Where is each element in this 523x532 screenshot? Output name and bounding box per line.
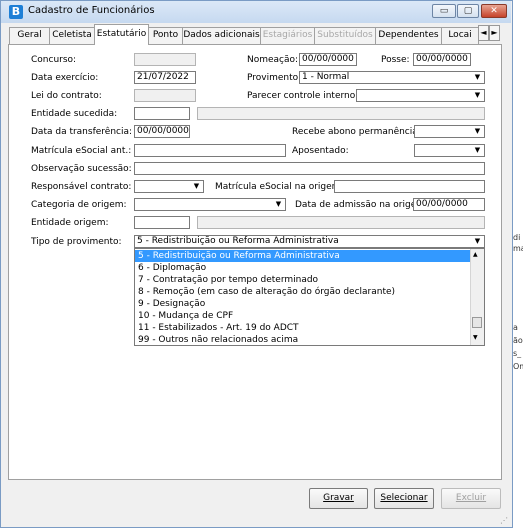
provimento-value: 1 - Normal	[302, 72, 350, 82]
chevron-down-icon[interactable]: ▼	[471, 145, 484, 156]
scroll-thumb[interactable]	[472, 317, 482, 328]
tipo-provimento-value: 5 - Redistribuição ou Reforma Administra…	[137, 236, 339, 246]
dropdown-option[interactable]: 6 - Diplomação	[135, 262, 470, 274]
data-transferencia-label: Data da transferência:	[31, 127, 133, 137]
tab-estagiarios: Estagiários	[260, 27, 315, 44]
data-exercicio-field[interactable]: 21/07/2022	[134, 71, 196, 84]
matricula-esocial-ant-label: Matrícula eSocial ant.:	[31, 146, 132, 156]
entidade-origem-field[interactable]	[134, 216, 190, 229]
provimento-select[interactable]: 1 - Normal ▼	[299, 71, 485, 84]
data-admissao-origem-field[interactable]: 00/00/0000	[413, 198, 485, 211]
matricula-esocial-ant-field[interactable]	[134, 144, 286, 157]
background-text-fragment: a	[513, 323, 518, 332]
dropdown-scrollbar[interactable]: ▲ ▼	[470, 249, 484, 345]
chevron-down-icon[interactable]: ▼	[471, 90, 484, 101]
parecer-controle-select[interactable]: ▼	[356, 89, 485, 102]
categoria-origem-select[interactable]: ▼	[134, 198, 286, 211]
tab-locais[interactable]: Locai	[441, 27, 479, 44]
maximize-icon: ▢	[463, 6, 473, 16]
recebe-abono-select[interactable]: ▼	[414, 125, 485, 138]
provimento-label: Provimento:	[247, 73, 302, 83]
gravar-label: Gravar	[323, 493, 354, 503]
selecionar-button[interactable]: Selecionar	[374, 488, 434, 509]
dropdown-option[interactable]: 9 - Designação	[135, 298, 470, 310]
data-exercicio-label: Data exercício:	[31, 73, 99, 83]
scroll-up-icon[interactable]: ▲	[473, 251, 478, 258]
window-title: Cadastro de Funcionários	[28, 5, 155, 16]
lei-contrato-label: Lei do contrato:	[31, 91, 102, 101]
data-transferencia-field[interactable]: 00/00/0000	[134, 125, 190, 138]
parecer-controle-label: Parecer controle interno:	[247, 91, 359, 101]
entidade-origem-label: Entidade origem:	[31, 218, 109, 228]
entidade-sucedida-label: Entidade sucedida:	[31, 109, 118, 119]
posse-field[interactable]: 00/00/0000	[413, 53, 471, 66]
entidade-sucedida-desc	[197, 107, 485, 120]
lei-contrato-field	[134, 89, 196, 102]
recebe-abono-label: Recebe abono permanência:	[292, 127, 421, 137]
tab-geral[interactable]: Geral	[9, 27, 50, 44]
entidade-origem-desc	[197, 216, 485, 229]
chevron-down-icon[interactable]: ▼	[471, 72, 484, 83]
posse-label: Posse:	[381, 55, 410, 65]
scroll-down-icon[interactable]: ▼	[473, 334, 478, 341]
aposentado-select[interactable]: ▼	[414, 144, 485, 157]
concurso-field	[134, 53, 196, 66]
observacao-sucessao-label: Observação sucessão:	[31, 164, 132, 174]
excluir-label: Excluir	[455, 493, 487, 503]
responsavel-contrato-label: Responsável contrato:	[31, 182, 132, 192]
background-text-fragment: ão	[513, 336, 523, 345]
background-text-fragment: di	[513, 233, 521, 242]
chevron-down-icon[interactable]: ▼	[190, 181, 203, 192]
dropdown-option[interactable]: 8 - Remoção (em caso de alteração do órg…	[135, 286, 470, 298]
tab-scroll-right-icon[interactable]: ►	[489, 25, 500, 41]
nomeacao-field[interactable]: 00/00/0000	[299, 53, 357, 66]
excluir-button: Excluir	[441, 488, 501, 509]
tab-celetista[interactable]: Celetista	[49, 27, 95, 44]
chevron-down-icon[interactable]: ▼	[471, 236, 484, 247]
background-text-fragment: ma	[513, 244, 523, 253]
background-text-fragment: s_	[513, 349, 522, 358]
selecionar-label: Selecionar	[380, 493, 428, 503]
app-icon: B	[9, 5, 23, 19]
nomeacao-label: Nomeação:	[247, 55, 299, 65]
observacao-sucessao-field[interactable]	[134, 162, 485, 175]
minimize-button[interactable]: ▭	[432, 4, 456, 18]
close-button[interactable]: ✕	[481, 4, 507, 18]
dropdown-option[interactable]: 10 - Mudança de CPF	[135, 310, 470, 322]
maximize-button[interactable]: ▢	[457, 4, 479, 18]
tab-estatutario[interactable]: Estatutário	[94, 24, 149, 45]
chevron-down-icon[interactable]: ▼	[471, 126, 484, 137]
background-text-fragment: Om	[513, 362, 523, 371]
categoria-origem-label: Categoria de origem:	[31, 200, 127, 210]
concurso-label: Concurso:	[31, 55, 77, 65]
dropdown-option[interactable]: 5 - Redistribuição ou Reforma Administra…	[135, 250, 470, 262]
dropdown-option[interactable]: 99 - Outros não relacionados acima	[135, 334, 470, 345]
dropdown-option[interactable]: 11 - Estabilizados - Art. 19 do ADCT	[135, 322, 470, 334]
responsavel-contrato-select[interactable]: ▼	[134, 180, 204, 193]
tab-dependentes[interactable]: Dependentes	[375, 27, 442, 44]
matricula-esocial-origem-label: Matrícula eSocial na origem:	[215, 182, 344, 192]
chevron-down-icon[interactable]: ▼	[272, 199, 285, 210]
tab-scroll-left-icon[interactable]: ◄	[478, 25, 489, 41]
dropdown-option[interactable]: 7 - Contratação por tempo determinado	[135, 274, 470, 286]
tipo-provimento-select[interactable]: 5 - Redistribuição ou Reforma Administra…	[134, 235, 485, 248]
tipo-provimento-label: Tipo de provimento:	[31, 237, 122, 247]
tipo-provimento-dropdown-list[interactable]: 5 - Redistribuição ou Reforma Administra…	[134, 248, 485, 346]
data-admissao-origem-label: Data de admissão na origem:	[295, 200, 429, 210]
minimize-icon: ▭	[439, 6, 449, 16]
resize-grip-icon[interactable]: ⋰	[500, 516, 510, 526]
tab-ponto[interactable]: Ponto	[148, 27, 183, 44]
gravar-button[interactable]: Gravar	[309, 488, 368, 509]
tab-dados-adicionais[interactable]: Dados adicionais	[182, 27, 261, 44]
tab-substituidos: Substituídos	[314, 27, 376, 44]
tab-scroll-arrows: ◄ ►	[478, 25, 500, 41]
matricula-esocial-origem-field[interactable]	[334, 180, 485, 193]
entidade-sucedida-field[interactable]	[134, 107, 190, 120]
aposentado-label: Aposentado:	[292, 146, 349, 156]
close-icon: ✕	[490, 6, 498, 16]
